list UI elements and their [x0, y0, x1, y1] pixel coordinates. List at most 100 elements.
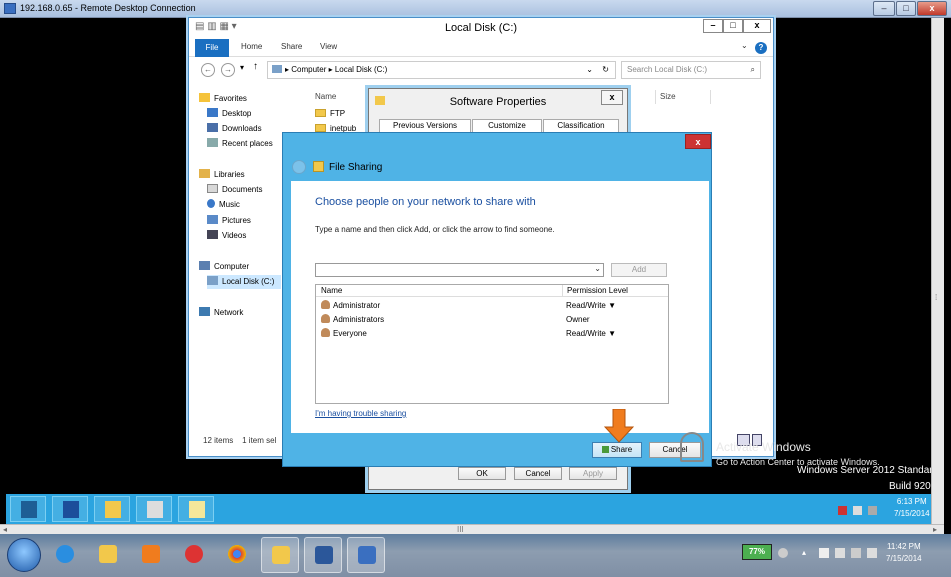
action-center-icon[interactable]: [819, 548, 829, 558]
permission-dropdown[interactable]: Read/Write ▼: [566, 299, 616, 313]
chevron-down-icon[interactable]: ⌄: [594, 264, 601, 273]
word-button[interactable]: [304, 537, 342, 573]
search-input[interactable]: Search Local Disk (C:) ⌕: [621, 61, 761, 79]
tray-app-icon[interactable]: [835, 548, 845, 558]
windows-edition-text: Windows Server 2012 Standar: [797, 465, 933, 476]
address-bar[interactable]: ▸ Computer ▸ Local Disk (C:) ⌄ ↻: [267, 61, 616, 79]
scroll-left-icon[interactable]: ◂: [3, 525, 7, 534]
tab-file[interactable]: File: [195, 39, 229, 57]
permission-list-header: Name Permission Level: [316, 285, 668, 297]
forward-icon[interactable]: →: [221, 63, 235, 77]
rdp-close-button[interactable]: x: [917, 1, 947, 16]
column-header-permission[interactable]: Permission Level: [562, 285, 628, 297]
network-icon: [199, 307, 210, 316]
recent-locations-icon[interactable]: ▾: [240, 63, 244, 72]
back-arrow-icon[interactable]: [292, 160, 306, 174]
remote-desktop-taskbar-button[interactable]: [347, 537, 385, 573]
back-icon[interactable]: ←: [201, 63, 215, 77]
tray-app-icon[interactable]: [778, 548, 788, 558]
server-manager-button[interactable]: [10, 496, 46, 522]
remote-date: 7/15/2014: [894, 509, 930, 518]
notepad-button[interactable]: [178, 496, 214, 522]
column-header-name[interactable]: Name: [311, 90, 369, 104]
up-icon[interactable]: ↑: [253, 61, 258, 72]
permission-dropdown[interactable]: Read/Write ▼: [566, 327, 616, 341]
file-sharing-close-button[interactable]: x: [685, 134, 711, 149]
address-dropdown-icon[interactable]: ⌄: [586, 62, 593, 78]
network-status-icon[interactable]: [853, 506, 862, 515]
tab-share[interactable]: Share: [281, 42, 302, 51]
action-center-icon[interactable]: [838, 506, 847, 515]
ok-button[interactable]: OK: [458, 467, 506, 480]
table-row[interactable]: Administrators Owner: [316, 313, 668, 327]
nav-favorites[interactable]: Favorites: [199, 92, 247, 106]
rdp-window-title: 192.168.0.65 - Remote Desktop Connection: [20, 3, 196, 13]
taskbar-app-button[interactable]: [136, 496, 172, 522]
scroll-right-icon[interactable]: ▸: [933, 525, 937, 534]
explorer-close-button[interactable]: x: [743, 19, 771, 33]
vertical-scrollbar[interactable]: ⁞: [931, 18, 944, 524]
tab-home[interactable]: Home: [241, 42, 262, 51]
nav-videos[interactable]: Videos: [207, 229, 246, 243]
file-explorer-button[interactable]: [94, 496, 130, 522]
ribbon-expand-icon[interactable]: ⌄: [741, 41, 748, 50]
nav-local-disk[interactable]: Local Disk (C:): [207, 275, 281, 289]
nav-music[interactable]: Music: [207, 198, 240, 212]
user-name-combobox[interactable]: ⌄: [315, 263, 604, 277]
local-taskbar: 77% ▴ 11:42 PM 7/15/2014: [0, 534, 951, 577]
column-header-size[interactable]: Size: [655, 90, 711, 104]
volume-icon[interactable]: [868, 506, 877, 515]
explorer-taskbar-button[interactable]: [89, 537, 127, 573]
file-sharing-dialog[interactable]: x File Sharing Choose people on your net…: [282, 132, 712, 467]
network-status-icon[interactable]: [851, 548, 861, 558]
nav-recent-places[interactable]: Recent places: [207, 137, 273, 151]
downloads-icon: [207, 123, 218, 132]
table-row[interactable]: Everyone Read/Write ▼: [316, 327, 668, 341]
nav-network[interactable]: Network: [199, 306, 243, 320]
tab-customize[interactable]: Customize: [472, 119, 542, 133]
volume-icon[interactable]: [867, 548, 877, 558]
chrome-button[interactable]: [218, 537, 256, 573]
software-properties-close-button[interactable]: x: [601, 90, 623, 105]
apply-button[interactable]: Apply: [569, 467, 617, 480]
paint-button[interactable]: [261, 537, 299, 573]
nav-libraries[interactable]: Libraries: [199, 168, 245, 182]
chrome-icon: [228, 545, 246, 563]
nav-desktop[interactable]: Desktop: [207, 107, 251, 121]
explorer-maximize-button[interactable]: □: [723, 19, 743, 33]
remote-clock[interactable]: 6:13 PM 7/15/2014: [894, 496, 930, 520]
word-icon: [315, 546, 333, 564]
app-taskbar-button[interactable]: [175, 537, 213, 573]
search-icon[interactable]: ⌕: [751, 62, 755, 78]
share-button[interactable]: Share: [592, 442, 642, 458]
rdp-maximize-button[interactable]: □: [896, 1, 916, 16]
nav-documents[interactable]: Documents: [207, 183, 262, 197]
tab-classification[interactable]: Classification: [543, 119, 619, 133]
help-icon[interactable]: ?: [755, 42, 767, 54]
recent-places-icon: [207, 138, 218, 147]
nav-pictures[interactable]: Pictures: [207, 214, 251, 228]
column-header-name[interactable]: Name: [321, 285, 342, 297]
local-clock[interactable]: 11:42 PM 7/15/2014: [886, 541, 922, 565]
add-button[interactable]: Add: [611, 263, 667, 277]
show-hidden-icons-icon[interactable]: ▴: [802, 548, 812, 558]
tab-view[interactable]: View: [320, 42, 337, 51]
start-button[interactable]: [7, 538, 41, 572]
permission-list[interactable]: Name Permission Level Administrator Read…: [315, 284, 669, 404]
cancel-button[interactable]: Cancel: [514, 467, 562, 480]
nav-downloads[interactable]: Downloads: [207, 122, 262, 136]
explorer-minimize-button[interactable]: –: [703, 19, 723, 33]
powershell-button[interactable]: [52, 496, 88, 522]
media-player-button[interactable]: [132, 537, 170, 573]
nav-computer[interactable]: Computer: [199, 260, 249, 274]
internet-explorer-button[interactable]: [46, 537, 84, 573]
refresh-icon[interactable]: ↻: [602, 62, 609, 78]
file-row[interactable]: FTP: [315, 107, 345, 121]
table-row[interactable]: Administrator Read/Write ▼: [316, 299, 668, 313]
horizontal-scrollbar[interactable]: ◂ III ▸: [0, 524, 944, 534]
battery-icon[interactable]: 77%: [742, 544, 772, 560]
tab-previous-versions[interactable]: Previous Versions: [379, 119, 471, 133]
trouble-sharing-link[interactable]: I'm having trouble sharing: [315, 409, 406, 418]
rdp-minimize-button[interactable]: –: [873, 1, 895, 16]
rdp-titlebar: 192.168.0.65 - Remote Desktop Connection…: [0, 0, 951, 18]
